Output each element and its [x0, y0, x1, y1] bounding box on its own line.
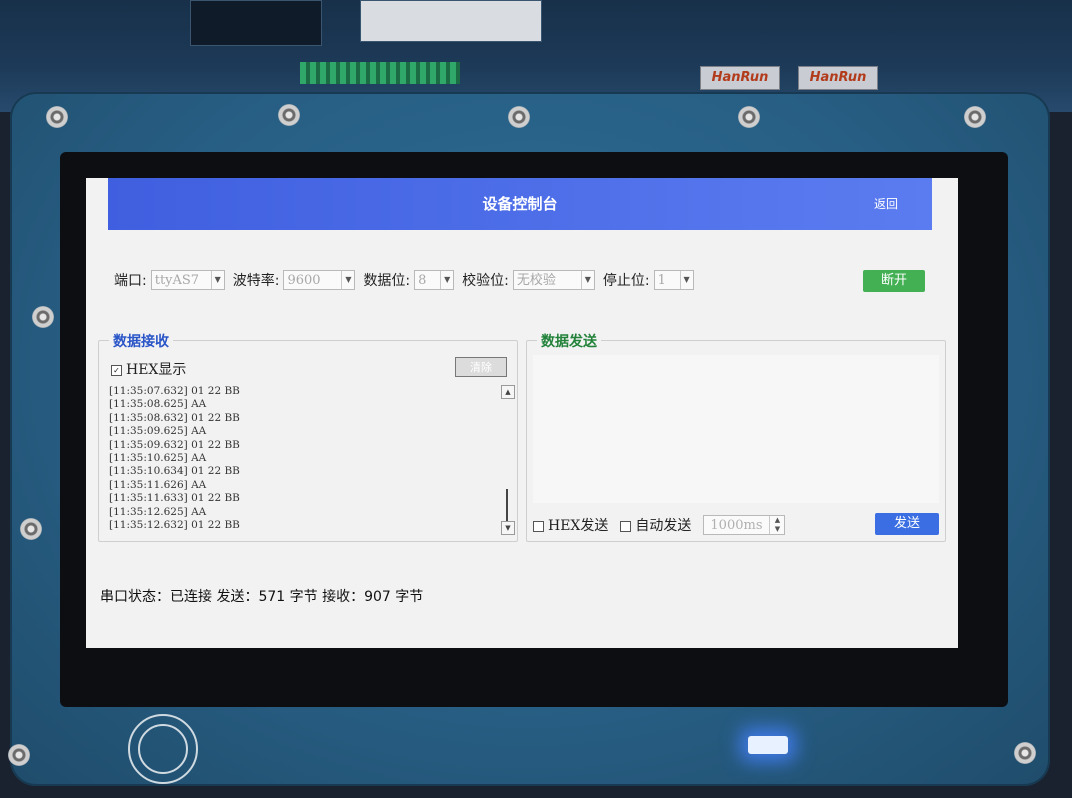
chevron-down-icon: ▼	[210, 271, 224, 289]
log-line: [11:35:08.632] 01 22 BB	[109, 411, 240, 424]
screw	[20, 518, 42, 540]
scroll-down-icon[interactable]: ▼	[501, 521, 515, 535]
baud-select[interactable]: 9600 ▼	[283, 270, 356, 290]
board-chip	[190, 0, 322, 46]
receive-log: [11:35:07.632] 01 22 BB [11:35:08.625] A…	[109, 385, 499, 535]
status-led	[748, 736, 788, 754]
checkbox-icon	[533, 520, 544, 532]
log-line: [11:35:09.625] AA	[109, 425, 207, 438]
chevron-down-icon: ▼	[580, 271, 594, 289]
chevron-down-icon: ▼	[440, 271, 453, 289]
screw	[964, 106, 986, 128]
log-line: [11:35:08.625] AA	[109, 398, 207, 411]
auto-send-label: 自动发送	[635, 518, 692, 534]
gpio-header	[300, 62, 460, 84]
send-options: HEX发送 自动发送 1000ms ▲ ▼	[533, 515, 786, 535]
receive-scrollbar[interactable]: ▲ ▼	[501, 385, 515, 535]
title-bar: 设备控制台 返回	[108, 178, 932, 230]
app-screen: 设备控制台 返回 端口: ttyAS7 ▼ 波特率: 9600 ▼ 数据位: 8…	[86, 178, 958, 648]
auto-send-toggle[interactable]: 自动发送	[620, 515, 691, 535]
screw	[8, 744, 30, 766]
hex-send-label: HEX发送	[548, 518, 609, 534]
hex-display-label: HEX显示	[126, 362, 187, 378]
chevron-down-icon: ▼	[341, 271, 354, 289]
log-line: [11:35:07.632] 01 22 BB	[109, 385, 240, 397]
receive-title: 数据接收	[109, 331, 173, 351]
screw	[508, 106, 530, 128]
hex-send-toggle[interactable]: HEX发送	[533, 515, 608, 535]
interval-spinbox[interactable]: 1000ms ▲ ▼	[703, 515, 786, 535]
serial-settings: 端口: ttyAS7 ▼ 波特率: 9600 ▼ 数据位: 8 ▼ 校验位: 无…	[114, 268, 702, 292]
screw	[738, 106, 760, 128]
log-line: [11:35:12.625] AA	[109, 505, 207, 518]
stopbits-select[interactable]: 1 ▼	[653, 270, 694, 290]
scroll-up-icon[interactable]: ▲	[501, 385, 515, 399]
baud-label: 波特率:	[232, 273, 280, 289]
parity-label: 校验位:	[462, 273, 509, 289]
screw	[1014, 742, 1036, 764]
send-button[interactable]: 发送	[875, 513, 939, 535]
send-input[interactable]	[533, 355, 939, 503]
log-line: [11:35:11.626] AA	[109, 478, 207, 491]
screw	[32, 306, 54, 328]
checkbox-icon	[620, 520, 632, 532]
receive-group: 数据接收 ✓ HEX显示 清除 [11:35:07.632] 01 22 BB […	[98, 331, 518, 542]
back-button[interactable]: 返回	[874, 195, 898, 212]
databits-select[interactable]: 8 ▼	[414, 270, 455, 290]
port-select[interactable]: ttyAS7 ▼	[150, 270, 225, 290]
screw	[46, 106, 68, 128]
disconnect-button[interactable]: 断开	[863, 270, 925, 292]
send-group: 数据发送 HEX发送 自动发送 1000ms ▲ ▼ 发送	[526, 331, 946, 542]
log-line: [11:35:09.632] 01 22 BB	[109, 438, 240, 451]
log-line: [11:35:10.634] 01 22 BB	[109, 465, 240, 478]
window-title: 设备控制台	[482, 195, 558, 213]
log-line: [11:35:11.633] 01 22 BB	[109, 492, 240, 505]
log-line: [11:35:12.632] 01 22 BB	[109, 519, 240, 532]
hex-display-toggle[interactable]: ✓ HEX显示	[111, 359, 186, 379]
ethernet-jack: HanRun	[798, 66, 878, 90]
scroll-thumb[interactable]	[506, 489, 508, 521]
spin-arrows-icon[interactable]: ▲ ▼	[769, 516, 784, 534]
chevron-down-icon: ▼	[679, 271, 693, 289]
screw	[278, 104, 300, 126]
stopbits-label: 停止位:	[602, 273, 650, 289]
parity-select[interactable]: 无校验 ▼	[512, 270, 595, 290]
serial-status: 串口状态：已连接 发送：571 字节 接收：907 字节	[100, 589, 424, 605]
checkbox-checked-icon: ✓	[111, 364, 122, 376]
databits-label: 数据位:	[363, 273, 411, 289]
log-line: [11:35:10.625] AA	[109, 452, 207, 465]
board-chip	[360, 0, 542, 42]
send-title: 数据发送	[537, 331, 601, 351]
ethernet-jack: HanRun	[700, 66, 780, 90]
clear-button[interactable]: 清除	[455, 357, 507, 377]
joystick	[108, 708, 218, 784]
port-label: 端口:	[114, 273, 147, 289]
